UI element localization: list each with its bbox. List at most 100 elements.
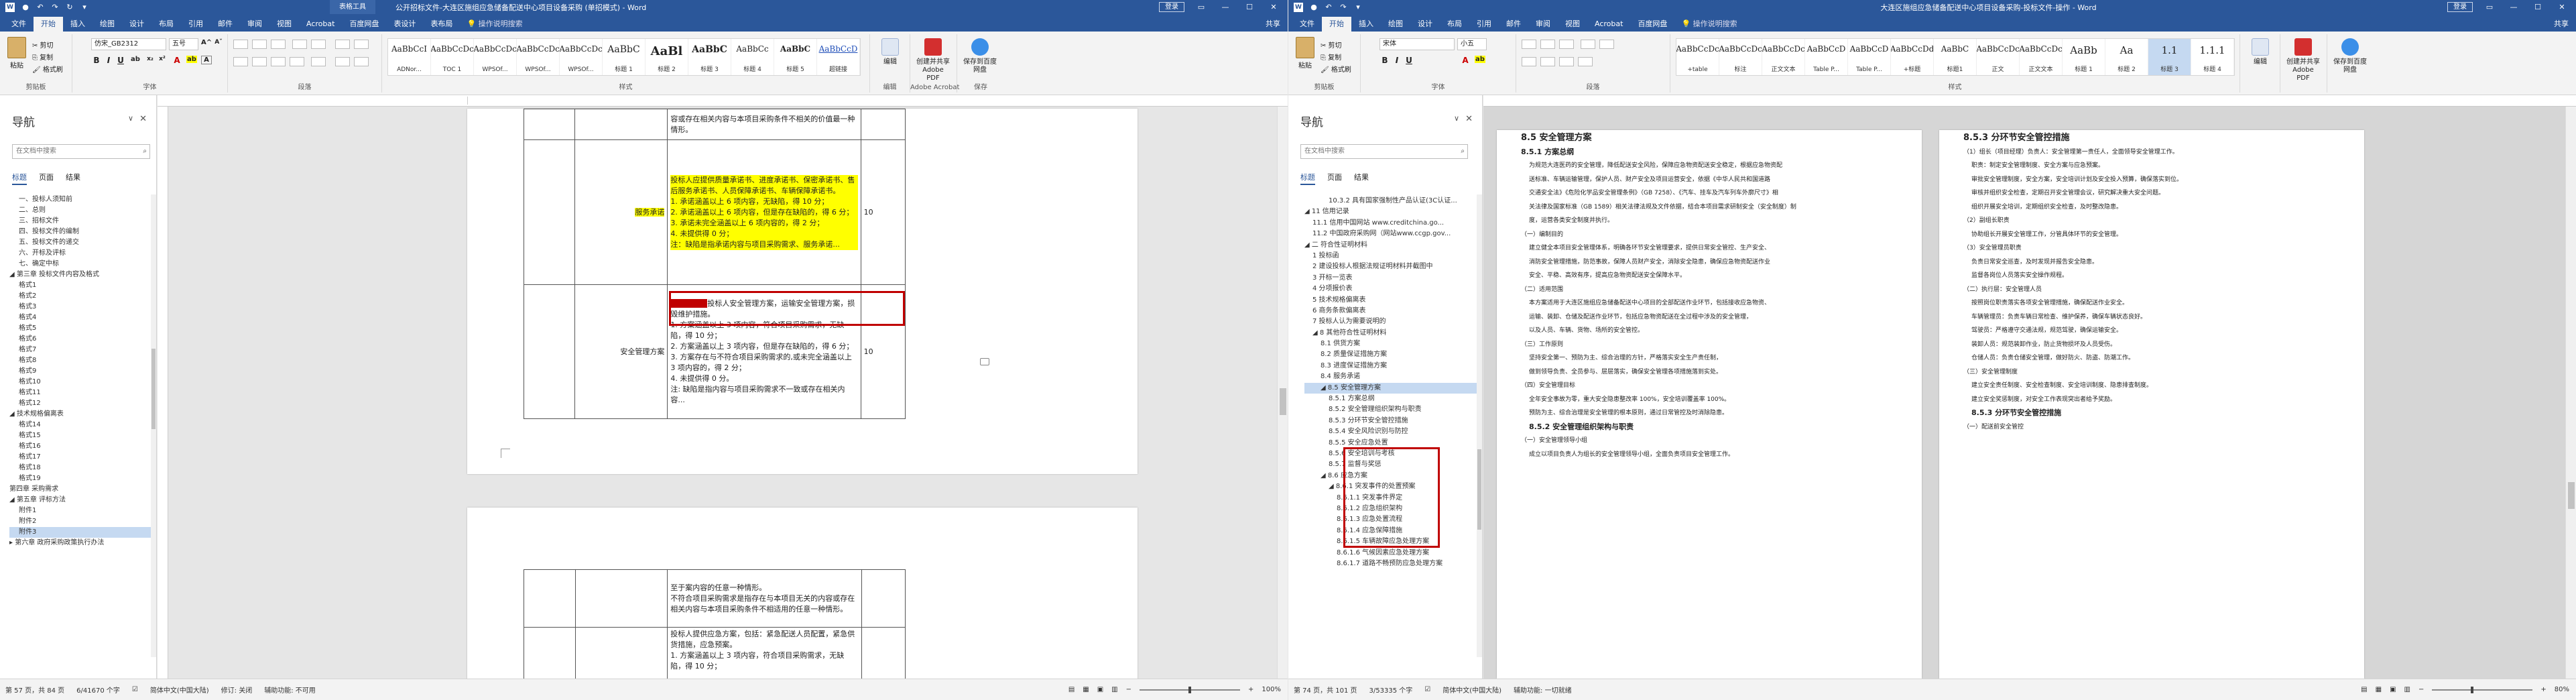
focus-icon[interactable]: ▤ (2361, 686, 2367, 693)
ribbon-display-icon[interactable]: ▭ (2482, 3, 2497, 11)
nav-heading-item[interactable]: 附件2 (9, 516, 152, 527)
tab-baidu[interactable]: 百度网盘 (1630, 17, 1674, 32)
highlight-icon[interactable]: ab (1475, 56, 1485, 63)
zoom-knob[interactable] (2471, 686, 2474, 693)
focus-icon[interactable]: ▤ (1068, 686, 1075, 693)
style-heading5[interactable]: AaBbC 标题 5 (774, 39, 817, 75)
signin-button[interactable]: 登录 (2447, 2, 2473, 12)
nav-heading-item[interactable]: 4 分项报价表 (1304, 284, 1478, 294)
nav-heading-item[interactable]: 二、总则 (9, 205, 152, 216)
tab-review[interactable]: 审阅 (1528, 17, 1558, 32)
accessibility[interactable]: 辅助功能: 一切就绪 (1514, 685, 1572, 695)
align-right-icon[interactable] (271, 57, 286, 66)
cut-button[interactable]: ✂ 剪切 (32, 40, 54, 50)
bold-button[interactable]: B (91, 56, 102, 65)
nav-close-icon[interactable]: ✕ (1465, 114, 1473, 124)
nav-heading-item[interactable]: 格式18 (9, 463, 152, 473)
nav-tab-pages[interactable]: 页面 (39, 172, 54, 185)
style-item[interactable]: 1.1 标题 3 (2148, 39, 2191, 75)
nav-heading-item[interactable]: ◢ 11 信用记录 (1304, 207, 1478, 217)
save-baidu-button[interactable]: 保存到百度网盘 (963, 38, 997, 74)
nav-heading-item[interactable]: 七、确定中标 (9, 259, 152, 270)
document-scroll-thumb[interactable] (2568, 482, 2575, 509)
style-item[interactable]: AaBbCcD Table P... (1848, 39, 1891, 75)
line-spacing-icon[interactable] (311, 57, 326, 66)
ribbon-display-icon[interactable]: ▭ (1194, 3, 1209, 11)
nav-scroll-thumb[interactable] (1477, 449, 1481, 530)
refresh-icon[interactable]: ↻ (66, 3, 74, 11)
nav-heading-item[interactable]: 8.5.2 安全管理组织架构与职责 (1304, 404, 1478, 415)
style-hyperlink[interactable]: AaBbCcD 超链接 (817, 39, 860, 75)
nav-scrollbar[interactable] (1477, 194, 1482, 657)
nav-heading-item[interactable]: 六、开标及评标 (9, 248, 152, 259)
accessibility[interactable]: 辅助功能: 不可用 (264, 685, 316, 695)
style-heading2[interactable]: AaBl 标题 2 (646, 39, 688, 75)
search-icon[interactable]: ⌕ (143, 145, 147, 158)
tab-view[interactable]: 视图 (1558, 17, 1587, 32)
tab-acrobat[interactable]: Acrobat (299, 17, 342, 32)
decrease-indent-icon[interactable] (292, 40, 307, 49)
nav-heading-item[interactable]: 三、招标文件 (9, 216, 152, 227)
nav-heading-item[interactable]: 7 投标人认为需要说明的 (1304, 316, 1478, 327)
nav-heading-item[interactable]: ◢ 8 其他符合性证明材料 (1304, 328, 1478, 339)
print-layout-icon[interactable]: ▣ (2390, 686, 2396, 693)
nav-heading-item[interactable]: 一、投标人须知前 (9, 194, 152, 205)
nav-heading-item[interactable]: 8.6.1.7 道路不畅预防应急处理方案 (1304, 559, 1478, 569)
zoom-slider[interactable] (1140, 686, 1241, 693)
document-scrollbar[interactable] (2565, 107, 2576, 679)
save-baidu-button[interactable]: 保存到百度网盘 (2333, 38, 2368, 74)
bullets-icon[interactable] (233, 40, 248, 49)
signin-button[interactable]: 登录 (1159, 2, 1184, 12)
show-marks-icon[interactable] (354, 40, 369, 49)
customize-qa-icon[interactable]: ▾ (1354, 3, 1362, 11)
style-item[interactable]: AaBbCcDc +table (1676, 39, 1719, 75)
style-heading1[interactable]: AaBbC 标题 1 (603, 39, 646, 75)
style-wpsoffice-1[interactable]: AaBbCcDc WPSOf... (474, 39, 517, 75)
style-item[interactable]: 1.1.1 标题 4 (2191, 39, 2234, 75)
nav-tab-headings[interactable]: 标题 (1300, 172, 1315, 185)
shading-icon[interactable] (335, 57, 350, 66)
borders-icon[interactable] (354, 57, 369, 66)
tab-layout[interactable]: 布局 (1440, 17, 1469, 32)
close-icon[interactable]: ✕ (2555, 3, 2569, 11)
nav-heading-item[interactable]: 8.3 进度保证措施方案 (1304, 361, 1478, 371)
nav-options-icon[interactable]: ∨ (1454, 114, 1459, 123)
redo-icon[interactable]: ↷ (1339, 3, 1347, 11)
tab-baidu[interactable]: 百度网盘 (342, 17, 386, 32)
page-count[interactable]: 第 74 页，共 101 页 (1294, 685, 1357, 695)
print-layout-icon[interactable]: ▣ (1097, 686, 1103, 693)
tell-me-search[interactable]: 💡 操作说明搜索 (460, 17, 529, 32)
customize-qa-icon[interactable]: ▾ (80, 3, 88, 11)
nav-heading-item[interactable]: 格式1 (9, 280, 152, 291)
tab-design[interactable]: 设计 (1410, 17, 1440, 32)
cut-button[interactable]: ✂ 剪切 (1321, 40, 1342, 50)
horizontal-ruler[interactable] (1483, 95, 2576, 107)
font-name-select[interactable]: 仿宋_GB2312 (91, 38, 166, 50)
tab-review[interactable]: 审阅 (240, 17, 269, 32)
nav-search-input[interactable]: 在文档中搜索 ⌕ (12, 144, 150, 159)
tab-table-layout[interactable]: 表布局 (423, 17, 460, 32)
nav-heading-item[interactable]: 格式5 (9, 323, 152, 334)
style-item[interactable]: AaBbCcDc 标注 (1719, 39, 1762, 75)
highlight-icon[interactable]: ab (186, 56, 197, 63)
increase-indent-icon[interactable] (1599, 40, 1614, 49)
tab-mailings[interactable]: 邮件 (1499, 17, 1528, 32)
nav-heading-item[interactable]: 6 商务条款偏离表 (1304, 306, 1478, 316)
style-adnormal[interactable]: AaBbCcI ADNor... (388, 39, 431, 75)
nav-heading-item[interactable]: 8.4 服务承诺 (1304, 371, 1478, 382)
nav-tab-results[interactable]: 结果 (66, 172, 80, 185)
nav-heading-item[interactable]: 8.1 供货方案 (1304, 339, 1478, 349)
underline-button[interactable]: U (1404, 56, 1414, 65)
nav-heading-item[interactable]: 格式14 (9, 420, 152, 430)
tab-home[interactable]: 开始 (1322, 17, 1351, 32)
tab-acrobat[interactable]: Acrobat (1587, 17, 1630, 32)
tab-insert[interactable]: 插入 (1351, 17, 1381, 32)
autosave-icon[interactable]: ● (1310, 3, 1318, 11)
nav-heading-item[interactable]: 格式11 (9, 388, 152, 398)
italic-button[interactable]: I (103, 56, 114, 65)
language[interactable]: 简体中文(中国大陆) (1443, 685, 1501, 695)
search-icon[interactable]: ⌕ (1461, 145, 1465, 158)
zoom-in-icon[interactable]: + (2540, 686, 2546, 693)
nav-heading-item[interactable]: 格式2 (9, 291, 152, 302)
nav-tab-pages[interactable]: 页面 (1327, 172, 1342, 185)
